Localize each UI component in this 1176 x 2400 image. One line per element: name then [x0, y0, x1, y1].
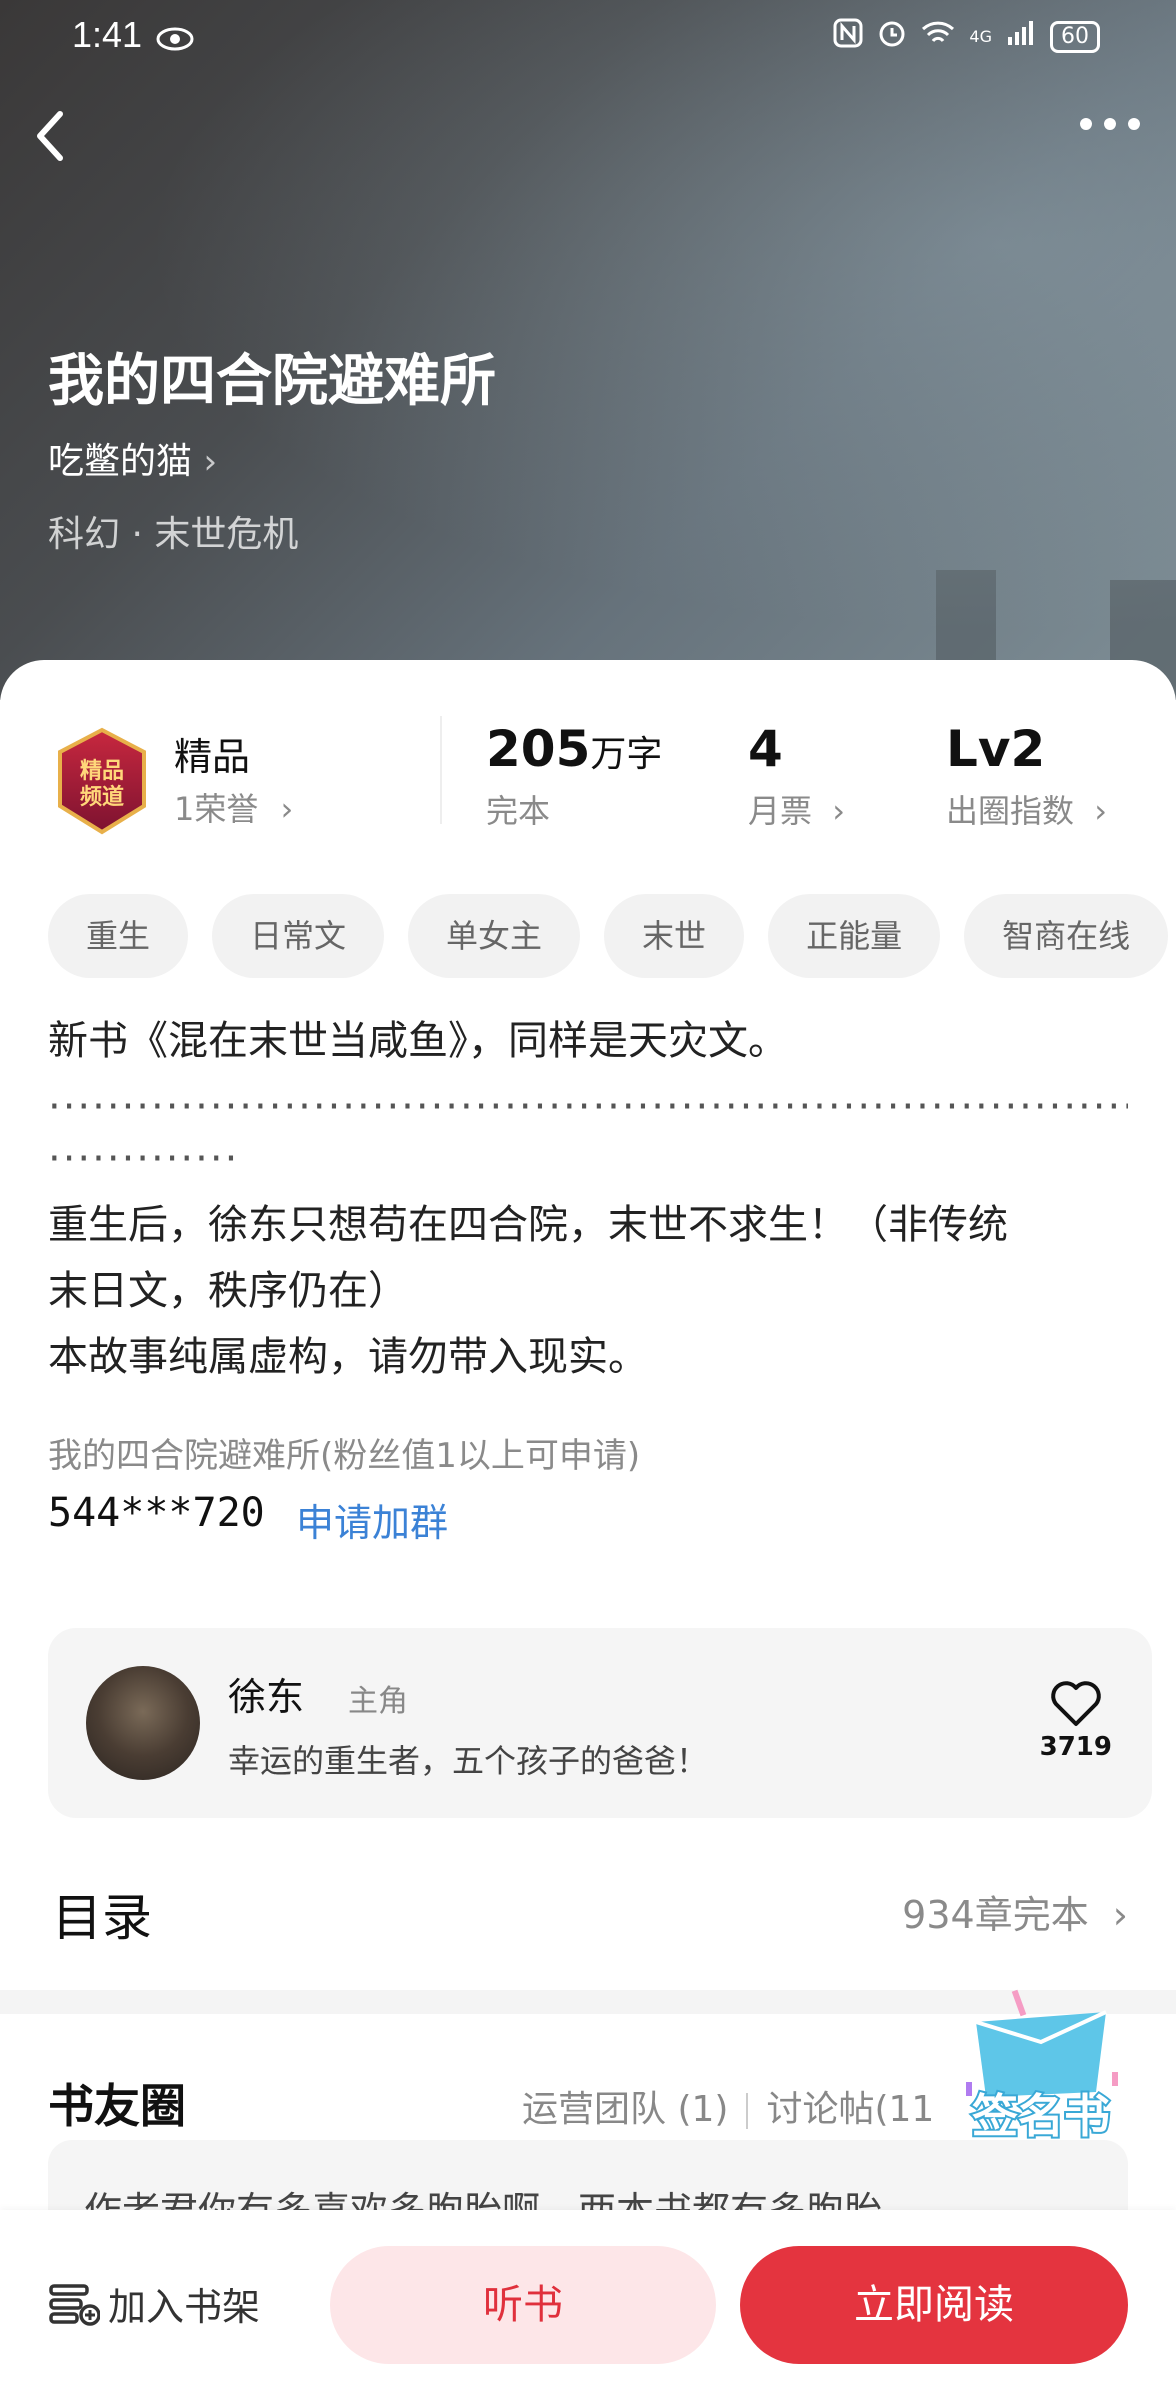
- character-card[interactable]: 徐东 主角 幸运的重生者，五个孩子的爸爸！ 3719: [48, 1628, 1152, 1818]
- nfc-icon: [833, 18, 863, 55]
- stats-divider: [440, 716, 442, 824]
- heart-icon: [1051, 1681, 1101, 1726]
- tag-chip[interactable]: 正能量: [768, 894, 941, 978]
- wifi-icon: [921, 19, 955, 54]
- more-dot: [1080, 118, 1092, 130]
- back-button[interactable]: [30, 106, 70, 166]
- tag-list: 重生 日常文 单女主 末世 正能量 智商在线: [48, 894, 1169, 978]
- chevron-right-icon: ›: [1112, 1893, 1128, 1937]
- chevron-right-icon: ›: [832, 792, 845, 830]
- chevron-left-icon: [37, 111, 63, 161]
- circle-index-value: Lv2: [946, 720, 1046, 778]
- word-count-unit: 万字: [590, 734, 663, 775]
- chevron-right-icon: ›: [1094, 792, 1107, 830]
- svg-text:频道: 频道: [80, 784, 124, 810]
- description-line: 本故事纯属虚构，请勿带入现实。: [48, 1334, 648, 1380]
- character-name: 徐东: [228, 1675, 305, 1719]
- tag-chip[interactable]: 智商在线: [964, 894, 1169, 978]
- circle-index-label: 出圈指数: [946, 792, 1075, 830]
- description-line: 新书《混在末世当咸鱼》，同样是天灾文。: [48, 1018, 788, 1064]
- listen-button[interactable]: 听书: [330, 2246, 716, 2364]
- discussion-link[interactable]: 讨论帖(11: [766, 2089, 934, 2130]
- alarm-icon: [877, 18, 907, 55]
- more-dot: [1128, 118, 1140, 130]
- monthly-tickets-link[interactable]: 月票 ›: [748, 786, 845, 832]
- fan-group-label: 我的四合院避难所(粉丝值1以上可申请): [48, 1436, 641, 1476]
- signal-icon: [1006, 19, 1036, 54]
- tag-chip[interactable]: 重生: [48, 894, 189, 978]
- detail-sheet: 精品 频道 精品 1荣誉 › 205万字 完本 4 月票 › Lv2 出圈指数 …: [0, 660, 1176, 2400]
- book-club-title: 书友圈: [48, 2079, 186, 2133]
- tag-chip[interactable]: 日常文: [212, 894, 385, 978]
- sticker-text: 签名书: [972, 2089, 1110, 2143]
- network-label: 4G: [969, 27, 992, 46]
- character-avatar: [86, 1666, 200, 1780]
- eye-icon: [156, 20, 194, 61]
- battery-indicator: 60: [1050, 20, 1100, 53]
- signed-book-sticker[interactable]: 签名书: [956, 1982, 1126, 2152]
- channel-label: 精品: [174, 735, 251, 779]
- chevron-right-icon: ›: [203, 442, 218, 482]
- word-count-value: 205: [486, 720, 591, 778]
- more-dot: [1104, 118, 1116, 130]
- fan-group-number: 544***720: [48, 1490, 265, 1536]
- join-group-link[interactable]: 申请加群: [296, 1492, 448, 1547]
- meta-separator: [746, 2093, 749, 2129]
- author-link[interactable]: 吃鳖的猫 ›: [48, 432, 217, 484]
- author-name: 吃鳖的猫: [48, 441, 193, 482]
- bottom-action-bar: 加入书架 听书 立即阅读: [0, 2210, 1176, 2400]
- like-count: 3719: [1039, 1732, 1112, 1762]
- read-now-button[interactable]: 立即阅读: [740, 2246, 1128, 2364]
- tag-chip[interactable]: 末世: [604, 894, 745, 978]
- character-description: 幸运的重生者，五个孩子的爸爸！: [228, 1742, 709, 1780]
- tag-chip[interactable]: 单女主: [408, 894, 581, 978]
- status-bar: 1:41 4G 60: [0, 14, 1176, 58]
- description-dots: ·············: [48, 1136, 240, 1182]
- completion-status: 完本: [486, 792, 551, 830]
- add-to-shelf-button[interactable]: 加入书架: [48, 2276, 260, 2331]
- word-count: 205万字: [486, 720, 662, 778]
- honor-link[interactable]: 1荣誉 ›: [174, 784, 293, 830]
- more-menu-button[interactable]: [1080, 118, 1140, 130]
- ops-team-link[interactable]: 运营团队 (1): [522, 2089, 728, 2130]
- chevron-right-icon: ›: [280, 790, 294, 828]
- toc-link[interactable]: 934章完本 ›: [902, 1884, 1128, 1939]
- circle-index-link[interactable]: 出圈指数 ›: [946, 786, 1107, 832]
- book-club-meta: 运营团队 (1) 讨论帖(11: [522, 2080, 934, 2132]
- premium-badge-icon[interactable]: 精品 频道: [52, 726, 152, 836]
- monthly-tickets-label: 月票: [748, 792, 813, 830]
- like-button[interactable]: 3719: [1040, 1680, 1112, 1762]
- character-role: 主角: [348, 1684, 408, 1719]
- book-title: 我的四合院避难所: [48, 348, 496, 414]
- description-line: 重生后，徐东只想苟在四合院，末世不求生！（非传统: [48, 1202, 1008, 1248]
- monthly-tickets-value: 4: [748, 720, 783, 778]
- bookshelf-add-icon: [49, 2283, 100, 2326]
- status-time: 1:41: [72, 14, 143, 55]
- book-genre: 科幻 · 末世危机: [48, 514, 299, 555]
- honor-count: 1荣誉: [174, 790, 259, 828]
- chapter-count: 934章完本: [902, 1893, 1089, 1937]
- svg-text:精品: 精品: [80, 758, 124, 784]
- description-line: 末日文，秩序仍在）: [48, 1268, 408, 1314]
- add-to-shelf-label: 加入书架: [108, 2285, 261, 2329]
- toc-title: 目录: [52, 1889, 152, 1947]
